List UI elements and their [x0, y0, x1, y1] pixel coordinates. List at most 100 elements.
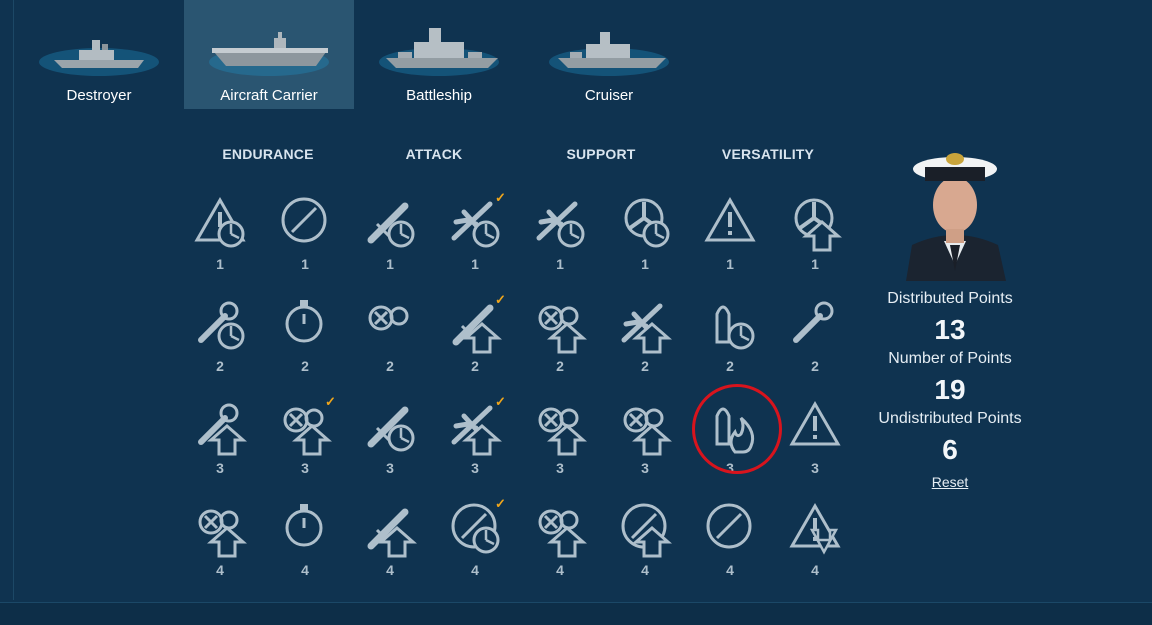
aa-guns-icon [368, 305, 409, 331]
skill-cost: 3 [216, 460, 224, 476]
torpedo-timer-icon [367, 406, 415, 452]
skill-button[interactable]: 3 [358, 398, 422, 478]
skill-button[interactable]: 1 [358, 194, 422, 274]
skill-button[interactable]: 4 [613, 500, 677, 580]
skill-cost: 2 [216, 358, 224, 374]
skill-button[interactable]: 2 ✓ [443, 292, 507, 376]
tab-battleship[interactable]: Battleship [354, 0, 524, 109]
destroyer-ship-icon [39, 40, 159, 76]
extinguisher-icon [285, 504, 323, 547]
distributed-points-label: Distributed Points [887, 290, 1013, 307]
propeller-upgrade-icon [794, 198, 842, 252]
undistributed-points-label: Undistributed Points [878, 410, 1022, 427]
crossed-upgrade-icon [367, 508, 417, 558]
radar-icon [706, 503, 752, 549]
skill-button[interactable]: 3 [783, 398, 847, 478]
skill-button[interactable]: 2 [528, 296, 592, 376]
skill-cost: 1 [386, 256, 394, 272]
skill-button[interactable]: 1 [528, 194, 592, 274]
number-of-points-value: 19 [934, 374, 966, 405]
skill-button[interactable]: 2 [783, 296, 847, 376]
skill-button[interactable]: 2 [188, 296, 252, 376]
skill-button[interactable]: 2 [698, 296, 762, 376]
skill-button[interactable]: 4 [783, 500, 847, 580]
column-header-attack: ATTACK [405, 146, 463, 162]
shells-timer-icon [715, 305, 755, 350]
skill-button[interactable]: 1 [698, 194, 762, 274]
skill-cost: 1 [471, 256, 479, 272]
checkmark-icon: ✓ [495, 292, 506, 307]
skill-button[interactable]: 1 ✓ [443, 190, 507, 274]
skill-button[interactable]: 3 [528, 398, 592, 478]
skill-cost: 4 [471, 562, 479, 578]
aa-heal-upgrade-icon [623, 407, 672, 456]
column-header-versatility: VERSATILITY [721, 146, 815, 162]
plane-upgrade-icon [621, 303, 672, 354]
warning-target-icon [194, 196, 246, 248]
skill-button[interactable]: 4 [528, 500, 592, 580]
tab-destroyer[interactable]: Destroyer [14, 0, 184, 109]
armor-upgrade-icon [538, 305, 587, 354]
skill-cost: 1 [301, 256, 309, 272]
skill-cost: 3 [386, 460, 394, 476]
torpedo-warning-icon [789, 400, 841, 446]
propeller-timer-icon [624, 198, 670, 248]
sight-upgrade-icon [621, 503, 672, 558]
skill-cost: 2 [471, 358, 479, 374]
gears-wrench-icon [793, 301, 834, 343]
skill-button[interactable]: 2 [358, 296, 422, 376]
skill-button[interactable]: 2 [613, 296, 677, 376]
skill-button[interactable]: 3 [188, 398, 252, 478]
skill-cost: 2 [641, 358, 649, 374]
skill-cost: 4 [811, 562, 819, 578]
skill-button[interactable]: 3 ✓ [443, 394, 507, 478]
skill-button[interactable]: 2 [273, 296, 337, 376]
skill-cost: 2 [556, 358, 564, 374]
skill-button[interactable]: 4 [698, 500, 762, 580]
skill-cost: 4 [726, 562, 734, 578]
aa-bombs-upgrade-icon [538, 509, 587, 558]
skill-button[interactable]: 1 [273, 194, 337, 274]
tab-cruiser[interactable]: Cruiser [524, 0, 694, 109]
tab-label: Cruiser [584, 87, 634, 104]
skill-button[interactable]: 3 ✓ [273, 394, 337, 478]
skill-button[interactable]: 1 [613, 194, 677, 274]
cruiser-ship-icon [549, 32, 669, 76]
skill-cost: 4 [386, 562, 394, 578]
reset-button[interactable]: Reset [900, 474, 1000, 490]
skill-cost: 2 [726, 358, 734, 374]
tab-label: Battleship [406, 87, 472, 104]
skill-button[interactable]: 1 [783, 194, 847, 274]
skill-button[interactable]: 4 [358, 500, 422, 580]
tab-label: Destroyer [66, 87, 132, 104]
skill-cost: 4 [641, 562, 649, 578]
bottom-bar [0, 602, 1152, 625]
no-lightning-icon [281, 197, 327, 243]
skill-button[interactable]: 4 ✓ [443, 496, 507, 580]
column-header-support: SUPPORT [566, 146, 636, 162]
skill-cost: 3 [811, 460, 819, 476]
skill-cost: 3 [471, 460, 479, 476]
checkmark-icon: ✓ [325, 394, 336, 409]
checkmark-icon: ✓ [495, 496, 506, 511]
skill-cost: 3 [301, 460, 309, 476]
skill-cost: 2 [811, 358, 819, 374]
tab-aircraft-carrier[interactable]: Aircraft Carrier [184, 0, 354, 109]
skill-cost: 1 [641, 256, 649, 272]
skill-cost: 2 [301, 358, 309, 374]
skill-button[interactable]: 1 [188, 194, 252, 274]
skill-cost: 4 [216, 562, 224, 578]
skill-button[interactable]: 4 [188, 500, 252, 580]
undistributed-points-value: 6 [942, 434, 958, 465]
aa-bombs-upgrade-icon [538, 407, 587, 456]
skill-cost: 4 [556, 562, 564, 578]
skill-cost: 4 [301, 562, 309, 578]
skill-button[interactable]: 3 [613, 398, 677, 478]
skill-cost: 3 [641, 460, 649, 476]
column-header-endurance: ENDURANCE [222, 146, 314, 162]
skill-button[interactable]: 4 [273, 500, 337, 580]
checkmark-icon: ✓ [495, 190, 506, 205]
shell-warning-icon [704, 196, 756, 242]
warning-down-icon [789, 502, 841, 555]
bombs-upgrade-icon [198, 509, 247, 558]
